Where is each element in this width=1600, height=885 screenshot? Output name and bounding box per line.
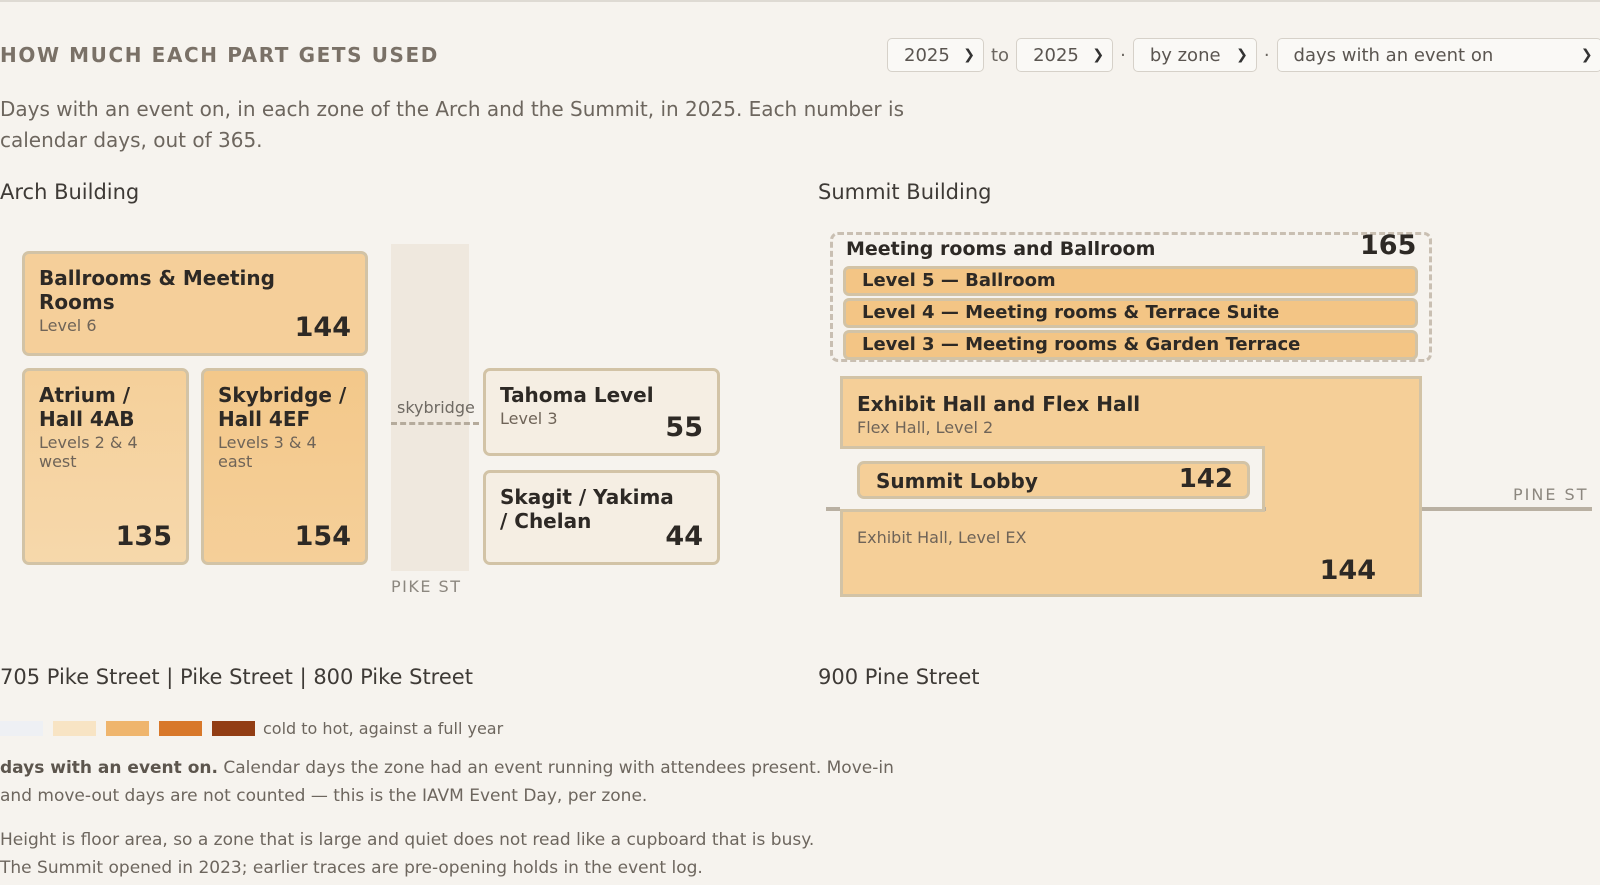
from-year-select[interactable]: 2025 ❯ [887,38,984,72]
page-title: HOW MUCH EACH PART GETS USED [0,43,440,67]
zone-level: Flex Hall, Level 2 [857,418,994,437]
zone-name: Exhibit Hall and Flex Hall [857,392,1141,416]
zone-atrium-hall-4ab[interactable]: Atrium / Hall 4AB Levels 2 & 4 west 135 [22,368,189,565]
zone-tahoma-level[interactable]: Tahoma Level Level 3 55 [483,368,720,456]
skybridge-line [391,422,479,425]
metric-value: days with an event on [1293,44,1494,66]
zone-name: Skagit / Yakima / Chelan [500,485,674,533]
summit-heading: Summit Building [818,180,992,204]
from-year-value: 2025 [904,44,950,66]
metric-note: days with an event on. Calendar days the… [0,754,900,810]
pine-street-label: PINE ST [1513,485,1589,504]
zone-skagit-yakima-chelan[interactable]: Skagit / Yakima / Chelan 44 [483,470,720,565]
summit-address: 900 Pine Street [818,665,980,689]
grouping-select[interactable]: by zone ❯ [1132,38,1257,72]
zone-value: 142 [1178,464,1233,494]
filter-controls: 2025 ❯ to 2025 ❯ · by zone ❯ · days with… [887,37,1600,73]
zone-skybridge-hall-4ef[interactable]: Skybridge / Hall 4EF Levels 3 & 4 east 1… [201,368,368,565]
level-4-meeting-rooms[interactable]: Level 4 — Meeting rooms & Terrace Suite [843,298,1418,328]
note-line-2: The Summit opened in 2023; earlier trace… [0,858,703,878]
zone-summit-lobby[interactable]: Summit Lobby 142 [857,461,1250,499]
legend-swatch [159,721,202,736]
to-year-select[interactable]: 2025 ❯ [1016,38,1114,72]
zone-name: Ballrooms & Meeting Rooms [39,266,275,314]
pike-street-label: PIKE ST [391,577,462,596]
level-3-meeting-rooms[interactable]: Level 3 — Meeting rooms & Garden Terrace [843,330,1418,360]
zone-value: 165 [1360,230,1417,261]
zone-value: 144 [294,312,351,343]
zone-name: Summit Lobby [876,469,1038,493]
zone-value: 144 [1319,555,1376,586]
color-legend: cold to hot, against a full year [0,719,503,738]
zone-name: Skybridge / Hall 4EF [218,383,347,431]
pine-street-line [1422,507,1592,511]
zone-value: 44 [665,521,703,552]
level-5-ballroom[interactable]: Level 5 — Ballroom [843,266,1418,296]
note-line-1: Height is floor area, so a zone that is … [0,830,815,850]
arch-address: 705 Pike Street | Pike Street | 800 Pike… [0,665,473,689]
zone-value: 135 [115,521,172,552]
metric-note-name: days with an event on. [0,758,218,778]
chevron-down-icon: ❯ [1580,47,1593,63]
grouping-value: by zone [1149,44,1221,66]
zone-level: Exhibit Hall, Level EX [857,528,1027,547]
zone-name: Meeting rooms and Ballroom [846,238,1156,260]
legend-swatch [212,721,255,736]
zone-name: Tahoma Level [500,383,654,407]
skybridge-label: skybridge [397,398,475,417]
zone-value: 55 [665,412,703,443]
separator-dot: · [1263,44,1270,66]
zone-value: 154 [294,521,351,552]
chevron-down-icon: ❯ [1236,47,1248,63]
to-year-value: 2025 [1033,44,1079,66]
legend-swatch [53,721,96,736]
zone-level: Levels 2 & 4 west [39,433,138,471]
legend-swatch [0,721,43,736]
zone-level: Levels 3 & 4 east [218,433,317,471]
zone-ballrooms-meeting-rooms[interactable]: Ballrooms & Meeting Rooms Level 6 144 [22,251,368,356]
description: Days with an event on, in each zone of t… [0,97,904,152]
arch-heading: Arch Building [0,180,140,204]
top-border [0,0,1600,2]
to-label: to [991,44,1010,66]
legend-label: cold to hot, against a full year [263,719,504,738]
metric-select[interactable]: days with an event on ❯ [1276,38,1600,72]
zone-name: Atrium / Hall 4AB [39,383,135,431]
legend-swatch [106,721,149,736]
separator-dot: · [1120,44,1126,66]
chevron-down-icon: ❯ [963,47,975,63]
chevron-down-icon: ❯ [1092,47,1105,63]
